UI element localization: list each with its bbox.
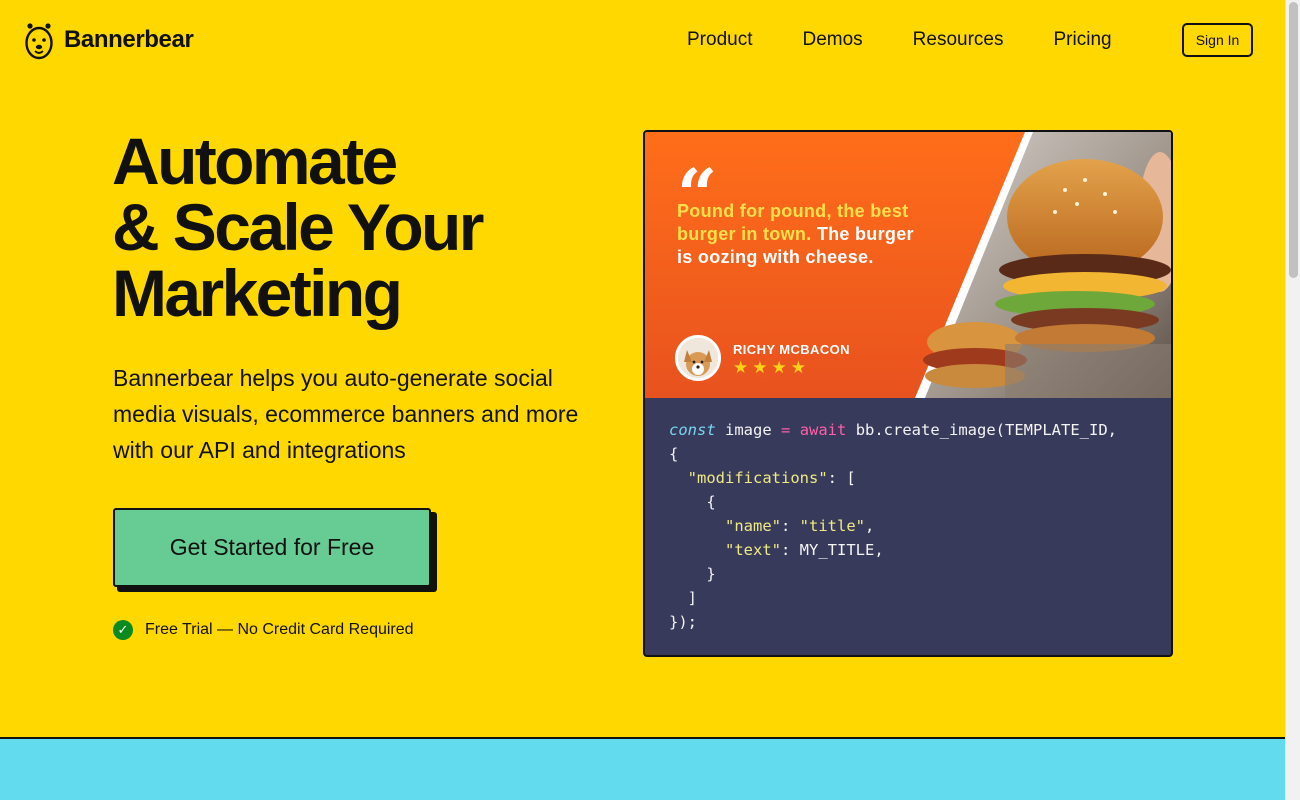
code-token: , [865, 517, 875, 535]
code-token: { [669, 445, 679, 463]
code-line: } [669, 562, 1117, 586]
check-icon: ✓ [113, 620, 133, 640]
scrollbar[interactable] [1285, 0, 1300, 800]
star-icon: ★ [752, 358, 768, 377]
code-token: { [669, 493, 716, 511]
sign-in-button[interactable]: Sign In [1182, 23, 1253, 57]
code-token: : [781, 517, 800, 535]
star-icon: ★ [771, 358, 787, 377]
nav-resources[interactable]: Resources [913, 28, 1004, 52]
code-token: image [715, 421, 781, 439]
hero-title-line: Automate [112, 124, 398, 198]
star-icon: ★ [733, 358, 749, 377]
get-started-button[interactable]: Get Started for Free [113, 508, 431, 587]
code-line: const image = await bb.create_image(TEMP… [669, 418, 1117, 442]
bear-logo-icon [25, 23, 53, 60]
scrollbar-thumb[interactable] [1289, 2, 1298, 278]
code-token: "name" [725, 517, 781, 535]
code-line: "name": "title", [669, 514, 1117, 538]
code-token: }); [669, 613, 697, 631]
nav-demos[interactable]: Demos [802, 28, 862, 52]
code-line: ] [669, 586, 1117, 610]
code-line: "modifications": [ [669, 466, 1117, 490]
code-token: "title" [799, 517, 865, 535]
code-line: "text": MY_TITLE, [669, 538, 1117, 562]
code-token: await [799, 421, 847, 439]
code-token: : [ [827, 469, 856, 487]
main-nav: Product Demos Resources Pricing [687, 28, 1112, 52]
author-avatar [675, 335, 721, 381]
nav-product[interactable]: Product [687, 28, 752, 52]
hero-title: Automate & Scale Your Marketing [112, 124, 484, 330]
logo-text: Bannerbear [64, 26, 194, 53]
code-line: }); [669, 610, 1117, 634]
testimonial-banner: “ Pound for pound, the best burger in to… [645, 132, 1171, 398]
hero-title-line: Marketing [112, 256, 403, 330]
testimonial-quote: Pound for pound, the best burger in town… [677, 200, 927, 269]
next-section [0, 737, 1285, 800]
code-token: : MY_TITLE, [781, 541, 884, 559]
hero-subtitle: Bannerbear helps you auto-generate socia… [113, 365, 579, 463]
code-token: "modifications" [687, 469, 828, 487]
code-token: } [669, 565, 716, 583]
author-name: RICHY MCBACON [733, 342, 850, 357]
code-token: const [669, 421, 716, 439]
code-token: = [781, 421, 791, 439]
code-line: { [669, 442, 1117, 466]
code-token: bb.create_image(TEMPLATE_ID, [846, 421, 1117, 439]
trial-note-text: Free Trial — No Credit Card Required [145, 621, 414, 638]
cta-wrapper: Get Started for Free [113, 508, 437, 592]
star-icon: ★ [790, 358, 806, 377]
logo[interactable]: Bannerbear [24, 20, 194, 60]
trial-note: ✓ Free Trial — No Credit Card Required [113, 620, 414, 640]
page: Bannerbear Product Demos Resources Prici… [0, 0, 1285, 800]
code-token: "text" [725, 541, 781, 559]
hero-title-line: & Scale Your [112, 190, 484, 264]
code-token: ] [669, 589, 697, 607]
star-rating: ★ ★ ★ ★ [733, 358, 806, 378]
nav-pricing[interactable]: Pricing [1054, 28, 1112, 52]
demo-card: “ Pound for pound, the best burger in to… [643, 130, 1173, 657]
code-snippet: const image = await bb.create_image(TEMP… [669, 418, 1117, 634]
code-line: { [669, 490, 1117, 514]
